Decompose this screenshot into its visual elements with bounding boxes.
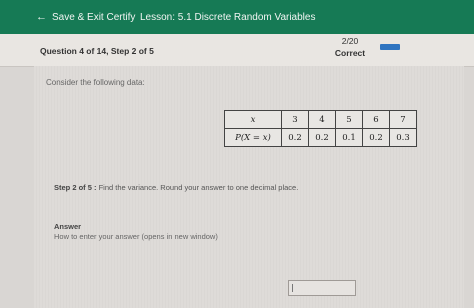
table-cell: 3 <box>281 110 309 129</box>
table-cell: 0.2 <box>362 128 390 147</box>
text-caret <box>292 284 293 292</box>
table-cell: 0.2 <box>281 128 309 147</box>
table-cell: 6 <box>362 110 390 129</box>
score-indicator: 2/20 Correct <box>326 36 374 58</box>
progress-bar <box>380 44 458 50</box>
arrow-left-icon: ← <box>36 11 47 23</box>
answer-label: Answer <box>54 222 82 231</box>
table-cell: 0.3 <box>389 128 417 147</box>
table-cell: x <box>224 110 282 129</box>
table-cell: 4 <box>308 110 336 129</box>
table-row: x 3 4 5 6 7 <box>224 110 417 129</box>
question-step-label: Question 4 of 14, Step 2 of 5 <box>40 46 154 56</box>
table-cell: 5 <box>335 110 363 129</box>
step-text: Find the variance. Round your answer to … <box>96 183 299 192</box>
status-label: Correct <box>334 48 366 58</box>
table-cell: 0.1 <box>335 128 363 147</box>
probability-table: x 3 4 5 6 7 P(X = x) 0.2 0.2 0.1 0.2 0.3 <box>224 110 417 147</box>
lesson-title: Lesson: 5.1 Discrete Random Variables <box>140 12 316 23</box>
question-header: Question 4 of 14, Step 2 of 5 2/20 Corre… <box>0 34 474 67</box>
howto-link[interactable]: How to enter your answer (opens in new w… <box>54 232 218 241</box>
top-bar: ← Save & Exit Certify Lesson: 5.1 Discre… <box>0 0 474 34</box>
prompt-text: Consider the following data: <box>46 78 145 87</box>
answer-input[interactable] <box>288 280 356 296</box>
save-exit-label: Save & Exit Certify <box>52 12 136 23</box>
table-row: P(X = x) 0.2 0.2 0.1 0.2 0.3 <box>224 128 417 147</box>
step-label: Step 2 of 5 : <box>54 183 97 192</box>
table-cell: P(X = x) <box>224 128 282 147</box>
step-instruction: Step 2 of 5 : Find the variance. Round y… <box>54 183 298 192</box>
score-fraction: 2/20 <box>341 36 359 46</box>
question-content: Consider the following data: x 3 4 5 6 7… <box>34 66 464 308</box>
table-cell: 7 <box>389 110 417 129</box>
progress-fill <box>380 44 400 50</box>
table-cell: 0.2 <box>308 128 336 147</box>
save-exit-button[interactable]: ← Save & Exit Certify <box>36 11 136 24</box>
